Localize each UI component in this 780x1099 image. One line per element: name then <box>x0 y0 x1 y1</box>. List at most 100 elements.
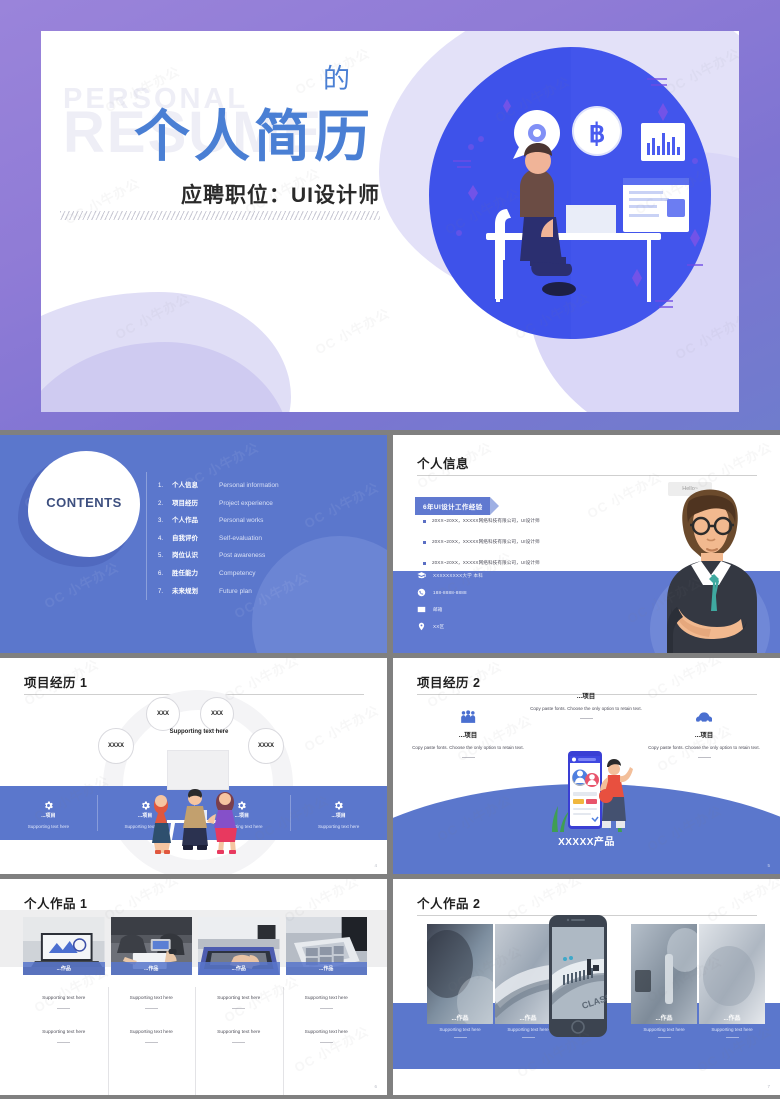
slide-works-2[interactable]: 个人作品 2 ...作品 Supporting text here ...作品 … <box>393 879 780 1095</box>
contents-heading: CONTENTS <box>46 495 122 510</box>
work-cell[interactable]: ...作品 Supporting text here Supporting te… <box>195 917 283 1095</box>
work-text: Supporting text here <box>129 996 173 1001</box>
block-label: ...项目 <box>576 693 596 700</box>
list-item[interactable]: 4. 自我评价 Self-evaluation <box>158 532 279 542</box>
page-title: 个人信息 <box>417 457 470 471</box>
contents-divider <box>146 472 147 600</box>
block-text: Copy paste fonts. Choose the only option… <box>648 745 760 750</box>
slide-row-2: CONTENTS 1. 个人信息 Personal information 2.… <box>0 435 780 653</box>
column-text: Supporting text here <box>317 823 360 829</box>
work-text: Supporting text here <box>304 996 348 1001</box>
column-label: ...项目 <box>331 812 346 819</box>
list-item[interactable]: 1. 个人信息 Personal information <box>158 479 279 489</box>
phone-icon <box>417 588 426 597</box>
work-label: ...作品 <box>655 1016 673 1022</box>
list-item: 20XX~20XX，XXXXX网络科技有限公司，UI设计师 <box>423 560 540 566</box>
work-thumbnail[interactable]: ...作品 <box>285 917 367 975</box>
work-text: Supporting text here <box>42 1030 86 1035</box>
work-caption-block[interactable]: ...作品 Supporting text here <box>695 1013 769 1038</box>
work-strip[interactable] <box>421 924 501 1028</box>
work-cell[interactable]: ...作品 Supporting text here Supporting te… <box>20 917 108 1043</box>
work-strip[interactable] <box>631 924 703 1024</box>
svg-text:฿: ฿ <box>589 118 606 148</box>
project-column[interactable]: ...项目 Supporting text here <box>0 786 97 840</box>
slide-row-4: 个人作品 1 ...作品 Supporting text here Suppor… <box>0 879 780 1095</box>
page-title: 个人作品 2 <box>417 897 481 911</box>
column-text: Supporting text here <box>27 823 70 829</box>
gear-icon <box>333 798 344 809</box>
contact-list: XXXXXXXXX大学 本科 188-8888-8888 邮箱 XX区 <box>417 571 483 639</box>
location-icon <box>417 622 426 631</box>
experience-ribbon: 6年UI设计工作经验 <box>415 497 499 515</box>
item-label-cn: 个人信息 <box>172 482 198 489</box>
work-cell[interactable]: ...作品 Supporting text here Supporting te… <box>282 917 371 1095</box>
work-thumbnail[interactable]: ...作品 <box>198 917 280 975</box>
work-thumbnail[interactable]: ...作品 <box>110 917 192 975</box>
work-text: Supporting text here <box>643 1027 685 1032</box>
slide-project-1[interactable]: 项目经历 1 XXX XXX XXXX XXXX Supporting text… <box>0 658 387 874</box>
work-caption: ...作品 <box>110 962 192 975</box>
work-caption: ...作品 <box>23 962 105 975</box>
gear-icon <box>43 798 54 809</box>
bubble-node[interactable]: XXX <box>200 697 234 731</box>
divider <box>57 1008 71 1009</box>
project-column[interactable]: ...项目 Supporting text here <box>290 786 387 840</box>
slide-contents[interactable]: CONTENTS 1. 个人信息 Personal information 2.… <box>0 435 387 653</box>
experience-text: 20XX~20XX，XXXXX网络科技有限公司，UI设计师 <box>432 539 540 544</box>
slide-project-2[interactable]: 项目经历 2 ...项目 Copy paste fonts. Choose th… <box>393 658 780 874</box>
list-item: 20XX~20XX，XXXXX网络科技有限公司，UI设计师 <box>423 539 540 545</box>
experience-text: 20XX~20XX，XXXXX网络科技有限公司，UI设计师 <box>432 518 540 523</box>
title-underline <box>417 475 757 476</box>
work-caption-block[interactable]: ...作品 Supporting text here <box>423 1013 497 1038</box>
project-block-right[interactable]: ...项目 Copy paste fonts. Choose the only … <box>643 710 765 759</box>
item-label-cn: 自我评价 <box>172 534 198 542</box>
slide-works-1[interactable]: 个人作品 1 ...作品 Supporting text here Suppor… <box>0 879 387 1095</box>
ribbon-arrow-icon <box>489 497 499 515</box>
work-caption-block[interactable]: ...作品 Supporting text here <box>627 1013 701 1038</box>
ribbon-label: 6年UI设计工作经验 <box>415 497 490 515</box>
list-item[interactable]: 3. 个人作品 Personal works <box>158 514 279 524</box>
list-item[interactable]: 5. 岗位认识 Post awareness <box>158 549 279 559</box>
item-label-en: Post awareness <box>219 552 266 560</box>
work-label: ...作品 <box>723 1016 741 1022</box>
supporting-text: Supporting text here <box>169 729 229 735</box>
divider <box>319 1008 333 1009</box>
work-label: ...作品 <box>451 1016 469 1022</box>
slide-deck: ฿ PERSONAL RESUME 的 个人简历 应聘职位：UI设计师 OC 小… <box>0 0 780 1099</box>
work-caption: ...作品 <box>285 962 367 975</box>
work-text: Supporting text here <box>304 1030 348 1035</box>
list-item[interactable]: 7. 未来规划 Future plan <box>158 585 279 595</box>
item-number: 2. <box>158 500 164 507</box>
bullet-icon <box>423 562 426 565</box>
divider <box>144 1042 158 1043</box>
bubble-node[interactable]: XXXX <box>98 728 134 764</box>
work-text: Supporting text here <box>711 1027 753 1032</box>
divider <box>697 757 711 759</box>
block-label: ...项目 <box>694 732 714 739</box>
block-label: ...项目 <box>458 732 478 739</box>
work-cell[interactable]: ...作品 Supporting text here Supporting te… <box>107 917 196 1095</box>
work-text: Supporting text here <box>439 1027 481 1032</box>
bubble-node[interactable]: XXX <box>146 697 180 731</box>
project-block-center[interactable]: ...项目 Copy paste fonts. Choose the only … <box>521 690 651 720</box>
page-number: 6 <box>374 1084 377 1089</box>
item-label-en: Personal works <box>219 517 264 525</box>
experience-text: 20XX~20XX，XXXXX网络科技有限公司，UI设计师 <box>432 560 540 565</box>
item-label-en: Future plan <box>219 587 252 595</box>
list-item[interactable]: 2. 项目经历 Project experience <box>158 497 279 507</box>
column-label: ...项目 <box>41 812 56 819</box>
list-item[interactable]: 6. 胜任能力 Competency <box>158 567 279 577</box>
work-thumbnail[interactable]: ...作品 <box>23 917 105 975</box>
block-text: Copy paste fonts. Choose the only option… <box>530 706 642 711</box>
page-number: 4 <box>374 863 377 868</box>
bullet-icon <box>423 520 426 523</box>
mail-icon <box>417 605 426 614</box>
slide-cover[interactable]: ฿ PERSONAL RESUME 的 个人简历 应聘职位：UI设计师 OC 小… <box>0 0 780 430</box>
phone-illustration <box>540 750 635 832</box>
phone-mockup[interactable]: CLASS <box>549 915 613 1037</box>
cover-card: ฿ PERSONAL RESUME 的 个人简历 应聘职位：UI设计师 OC 小… <box>41 31 739 412</box>
bullet-icon <box>423 541 426 544</box>
project-block-left[interactable]: ...项目 Copy paste fonts. Choose the only … <box>407 710 529 759</box>
slide-personal-info[interactable]: 个人信息 Hello~ 6年UI设计工作经验 20XX~20XX，XXXXX网络… <box>393 435 780 653</box>
work-strip[interactable] <box>699 924 765 1024</box>
